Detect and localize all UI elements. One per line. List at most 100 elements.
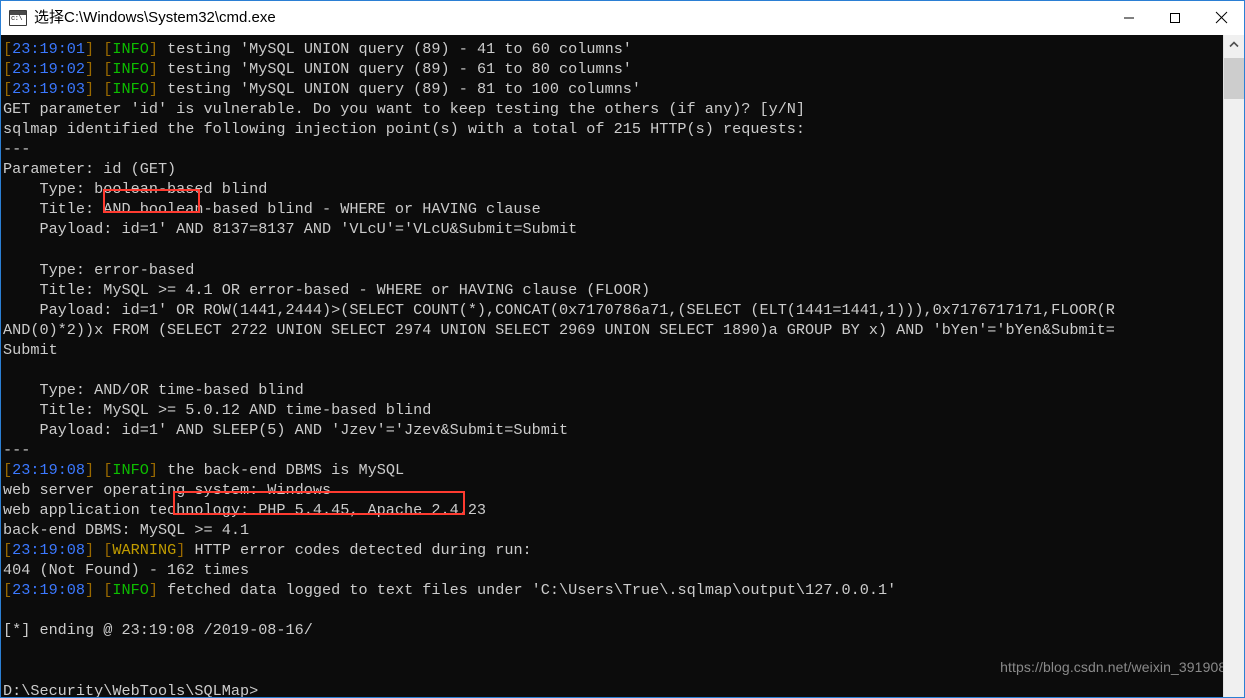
terminal-text: 23:19:02 [12,60,86,79]
terminal-text: ] [148,80,168,99]
terminal-text: ] [85,60,104,79]
terminal-text: INFO [112,60,149,79]
terminal-text: back-end DBMS: MySQL >= 4.1 [3,521,250,540]
terminal-text: [ [3,60,13,79]
terminal-line: back-end DBMS: MySQL >= 4.1 [3,520,1223,540]
vertical-scrollbar[interactable] [1223,35,1244,697]
terminal-text: web application technology: PHP 5.4.45, … [3,501,487,520]
terminal-text: HTTP error codes detected during run: [194,541,532,560]
terminal-text: sqlmap identified the following injectio… [3,120,806,139]
terminal-line: AND(0)*2))x FROM (SELECT 2722 UNION SELE… [3,320,1223,340]
maximize-button[interactable] [1152,1,1198,34]
terminal-text: D:\Security\WebTools\SQLMap> [3,681,259,698]
terminal-text: 404 (Not Found) - 162 times [3,561,250,580]
terminal-text: ] [85,541,104,560]
cmd-console-icon [9,10,27,26]
terminal-text: testing 'MySQL UNION query (89) - 61 to … [167,60,632,79]
terminal-text: ] [148,40,168,58]
terminal-output[interactable]: [23:19:01] [ INFO] testing 'MySQL UNION q… [1,35,1223,697]
terminal-text: ] [85,80,104,99]
terminal-text: testing 'MySQL UNION query (89) - 41 to … [167,40,632,58]
terminal-text: --- [3,140,31,159]
terminal-line: Payload: id=1' AND 8137=8137 AND 'VLcU'=… [3,219,1223,239]
terminal-text: INFO [112,460,149,479]
terminal-text: fetched data logged to text files under … [167,581,897,600]
terminal-text: INFO [112,40,149,58]
terminal-line: D:\Security\WebTools\SQLMap> [3,681,1223,698]
terminal-text: ] [85,581,104,600]
terminal-text: 23:19:08 [12,581,86,600]
terminal-line: GET parameter 'id' is vulnerable. Do you… [3,99,1223,119]
terminal-text: Payload: id=1' AND 8137=8137 AND 'VLcU'=… [3,220,578,239]
terminal-text: GET parameter 'id' is vulnerable. Do you… [3,100,806,119]
terminal-text: ] [148,581,168,600]
terminal-text: Type: error-based [3,260,195,279]
terminal-text: --- [3,440,31,459]
terminal-line: [23:19:02] [INFO] testing 'MySQL UNION q… [3,59,1223,79]
title-bar[interactable]: 选择C:\Windows\System32\cmd.exe [1,1,1244,35]
terminal-text: ] [85,460,104,479]
terminal-line: --- [3,440,1223,460]
terminal-text: ] [148,60,168,79]
terminal-text: 23:19:03 [12,80,86,99]
window-title: 选择C:\Windows\System32\cmd.exe [34,9,276,26]
terminal-text: Title: MySQL >= 5.0.12 AND time-based bl… [3,400,432,419]
terminal-line: web server operating system: Windows [3,480,1223,500]
terminal-line: [23:19:08] [INFO] the back-end DBMS is M… [3,460,1223,480]
chevron-up-icon[interactable] [1224,35,1244,54]
terminal-text: [ [3,460,13,479]
terminal-text: ] [85,40,104,58]
terminal-line: [23:19:08] [WARNING] HTTP error codes de… [3,540,1223,560]
terminal-line: [*] ending @ 23:19:08 /2019-08-16/ [3,620,1223,640]
terminal-line: [23:19:08] [INFO] fetched data logged to… [3,580,1223,600]
terminal-text: AND(0)*2))x FROM (SELECT 2722 UNION SELE… [3,320,1115,339]
terminal-text: [ [3,581,13,600]
terminal-text: Parameter: id (GET) [3,160,177,179]
terminal-line: Title: MySQL >= 4.1 OR error-based - WHE… [3,280,1223,300]
terminal-line: 404 (Not Found) - 162 times [3,560,1223,580]
terminal-text: [*] ending @ 23:19:08 /2019-08-16/ [3,621,313,640]
terminal-text: INFO [112,80,149,99]
terminal-text: Payload: id=1' OR ROW(1441,2444)>(SELECT… [3,300,1115,319]
terminal-line: web application technology: PHP 5.4.45, … [3,500,1223,520]
terminal-line: Type: error-based [3,260,1223,280]
close-button[interactable] [1198,1,1244,34]
scrollbar-track[interactable] [1224,54,1244,697]
terminal-line: Type: AND/OR time-based blind [3,380,1223,400]
terminal-text: web server operating system: Windows [3,481,332,500]
terminal-line: sqlmap identified the following injectio… [3,119,1223,139]
console-area: [23:19:01] [ INFO] testing 'MySQL UNION q… [1,35,1244,697]
terminal-text: [ [3,40,13,58]
terminal-text: 23:19:08 [12,541,86,560]
window-controls [1106,1,1244,35]
terminal-text: Type: boolean-based blind [3,180,268,199]
terminal-text: [ [3,541,13,560]
terminal-text: testing 'MySQL UNION query (89) - 81 to … [167,80,642,99]
terminal-text: Submit [3,340,58,359]
terminal-text: INFO [112,581,149,600]
terminal-text: 23:19:01 [12,40,86,58]
terminal-line: Title: MySQL >= 5.0.12 AND time-based bl… [3,400,1223,420]
terminal-text: Type: AND/OR time-based blind [3,380,304,399]
terminal-text: 23:19:08 [12,460,86,479]
terminal-text: Title: MySQL >= 4.1 OR error-based - WHE… [3,280,651,299]
terminal-line: --- [3,139,1223,159]
terminal-line: [23:19:03] [INFO] testing 'MySQL UNION q… [3,79,1223,99]
terminal-text: ] [176,541,195,560]
terminal-text: ] [148,460,168,479]
minimize-button[interactable] [1106,1,1152,34]
scrollbar-thumb[interactable] [1224,58,1244,99]
terminal-text: Title: AND boolean-based blind - WHERE o… [3,200,541,219]
terminal-text: the back-end DBMS is MySQL [167,460,405,479]
terminal-line: Parameter: id (GET) [3,159,1223,179]
terminal-line: Type: boolean-based blind [3,179,1223,199]
terminal-line: Payload: id=1' OR ROW(1441,2444)>(SELECT… [3,300,1223,320]
terminal-text: WARNING [112,541,177,560]
terminal-text: [ [3,80,13,99]
watermark: https://blog.csdn.net/weixin_39190897 [1000,659,1242,675]
terminal-line: [23:19:01] [INFO] testing 'MySQL UNION q… [3,39,1223,59]
